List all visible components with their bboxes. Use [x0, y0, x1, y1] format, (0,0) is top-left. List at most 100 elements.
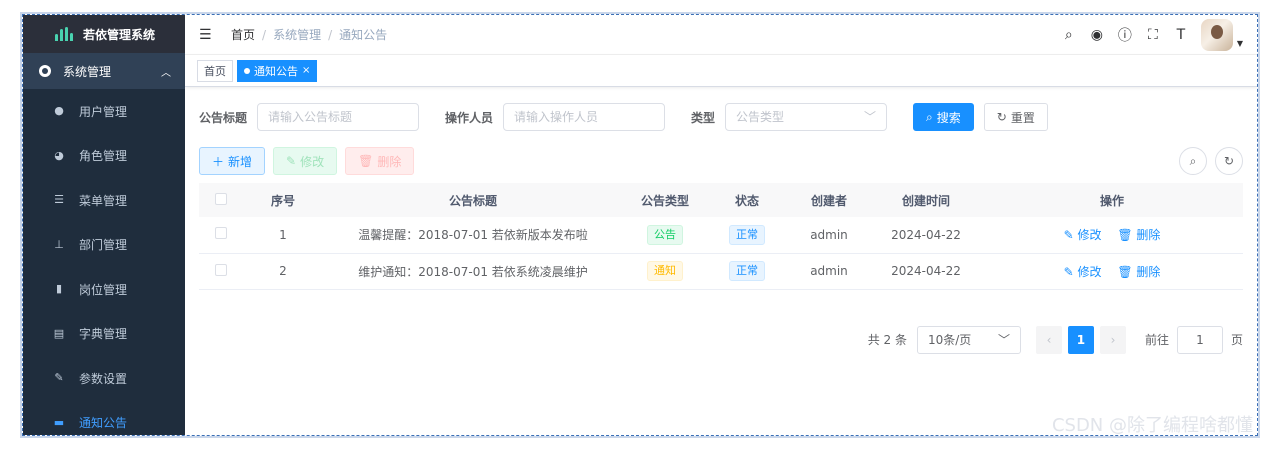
prev-page-button[interactable]: ‹ — [1035, 325, 1062, 354]
delete-button-label: 删除 — [377, 154, 402, 169]
edit-button[interactable]: ✎ 修改 — [273, 147, 338, 175]
cell-actions: ✎ 修改 🗑 删除 — [981, 217, 1243, 254]
sidebar-item-notice[interactable]: ▬ 通知公告 — [23, 401, 185, 436]
close-icon[interactable]: × — [302, 65, 310, 76]
refresh-icon[interactable]: ↻ — [1215, 147, 1243, 175]
peoples-icon: ◕ — [54, 148, 64, 162]
title-input[interactable]: 请输入公告标题 — [257, 103, 420, 131]
sidebar-group-system[interactable]: 系统管理 ︿ — [23, 53, 185, 89]
search-icon: ⌕ — [926, 109, 933, 124]
sidebar-item-label: 字典管理 — [79, 327, 128, 342]
search-button[interactable]: ⌕ 搜索 — [913, 103, 974, 131]
type-select[interactable]: 公告类型 ﹀ — [725, 103, 888, 131]
page-content: 公告标题 请输入公告标题 操作人员 请输入操作人员 类型 公告类型 ﹀ ⌕ 搜索… — [185, 87, 1257, 366]
sidebar-item-menu[interactable]: ☰ 菜单管理 — [23, 178, 185, 223]
row-checkbox[interactable] — [199, 253, 243, 290]
type-badge: 通知 — [647, 261, 683, 281]
github-icon[interactable]: ◉ — [1083, 27, 1111, 43]
cell-time: 2024-04-22 — [871, 253, 981, 290]
row-edit-label: 修改 — [1077, 228, 1102, 243]
tag-notice[interactable]: 通知公告 × — [237, 59, 318, 82]
operator-input[interactable]: 请输入操作人员 — [503, 103, 666, 131]
table-row: 1 温馨提醒：2018-07-01 若依新版本发布啦 公告 正常 admin 2… — [199, 217, 1243, 254]
navbar: ☰ 首页 / 系统管理 / 通知公告 ⌕ ◉ ⓘ ⛶ T ▼ — [185, 15, 1257, 55]
row-edit-link[interactable]: ✎ 修改 — [1064, 228, 1102, 242]
breadcrumb-current: 通知公告 — [339, 28, 388, 42]
page-unit-label: 页 — [1230, 333, 1243, 347]
plus-icon: ＋ — [212, 154, 225, 169]
hamburger-icon[interactable]: ☰ — [199, 27, 213, 43]
row-delete-link[interactable]: 🗑 删除 — [1117, 228, 1160, 242]
dict-icon: ▤ — [53, 326, 65, 340]
page-size-select[interactable]: 10条/页 ﹀ — [916, 325, 1021, 354]
row-edit-link[interactable]: ✎ 修改 — [1064, 265, 1102, 279]
breadcrumb-system: 系统管理 — [273, 28, 322, 42]
refresh-icon: ↻ — [996, 110, 1007, 124]
add-button[interactable]: ＋ 新增 — [199, 147, 266, 175]
table-header-row: 序号 公告标题 公告类型 状态 创建者 创建时间 操作 — [199, 183, 1243, 217]
delete-button[interactable]: 🗑 删除 — [345, 147, 415, 175]
page-number[interactable]: 1 — [1067, 325, 1094, 354]
sidebar-item-label: 参数设置 — [79, 371, 128, 386]
tag-home-label: 首页 — [204, 64, 226, 78]
app-frame: 若依管理系统 系统管理 ︿ ● 用户管理 ◕ 角色管理 ☰ 菜单管理 ⊥ 部门管… — [22, 14, 1258, 436]
title-label: 公告标题 — [199, 110, 248, 125]
row-checkbox[interactable] — [199, 217, 243, 254]
avatar[interactable] — [1200, 18, 1233, 51]
select-all-checkbox[interactable] — [199, 183, 243, 217]
row-delete-label: 删除 — [1136, 264, 1161, 279]
next-page-button[interactable]: › — [1099, 325, 1126, 354]
sidebar-item-user[interactable]: ● 用户管理 — [23, 89, 185, 134]
tree-icon: ⊥ — [54, 237, 64, 251]
goto-label: 前往 — [1144, 333, 1169, 347]
goto-page-input[interactable]: 1 — [1176, 325, 1223, 354]
question-icon[interactable]: ⓘ — [1111, 25, 1139, 45]
row-delete-link[interactable]: 🗑 删除 — [1117, 265, 1160, 279]
sidebar-item-dept[interactable]: ⊥ 部门管理 — [23, 223, 185, 268]
right-toolbar: ⌕ ↻ — [1171, 147, 1243, 175]
reset-button-label: 重置 — [1010, 110, 1035, 125]
sidebar-item-label: 用户管理 — [79, 104, 128, 119]
tag-home[interactable]: 首页 — [197, 59, 233, 82]
breadcrumb-separator: / — [328, 27, 333, 42]
sidebar-item-config[interactable]: ✎ 参数设置 — [23, 356, 185, 401]
cell-status: 正常 — [707, 217, 787, 254]
sidebar-submenu: ● 用户管理 ◕ 角色管理 ☰ 菜单管理 ⊥ 部门管理 ▮ 岗位管理 ▤ 字典管… — [23, 89, 185, 436]
column-header: 操作 — [1099, 193, 1124, 208]
sidebar-item-role[interactable]: ◕ 角色管理 — [23, 134, 185, 179]
edit-button-label: 修改 — [300, 154, 325, 169]
pagination: 共 2 条 10条/页 ﹀ ‹ 1 › 前往 1 页 — [199, 325, 1243, 354]
cell-time: 2024-04-22 — [871, 217, 981, 254]
toggle-search-icon[interactable]: ⌕ — [1179, 147, 1207, 175]
cell-type: 通知 — [623, 253, 707, 290]
trash-icon: 🗑 — [1117, 228, 1137, 243]
trash-icon: 🗑 — [1117, 264, 1137, 279]
table-row: 2 维护通知：2018-07-01 若依系统凌晨维护 通知 正常 admin 2… — [199, 253, 1243, 290]
sidebar-item-label: 角色管理 — [79, 149, 128, 164]
sidebar-logo[interactable]: 若依管理系统 — [23, 15, 185, 53]
trash-icon: 🗑 — [358, 154, 374, 168]
search-icon[interactable]: ⌕ — [1055, 27, 1083, 43]
message-icon: ▬ — [53, 415, 65, 429]
column-header: 公告类型 — [640, 193, 689, 208]
notice-table: 序号 公告标题 公告类型 状态 创建者 创建时间 操作 1 温馨提醒：2018-… — [199, 183, 1243, 290]
caret-down-icon[interactable]: ▼ — [1237, 39, 1243, 48]
row-edit-label: 修改 — [1077, 264, 1102, 279]
sidebar-item-label: 岗位管理 — [79, 282, 128, 297]
sidebar-item-post[interactable]: ▮ 岗位管理 — [23, 267, 185, 312]
cell-title: 维护通知：2018-07-01 若依系统凌晨维护 — [323, 253, 623, 290]
edit-icon: ✎ — [54, 371, 64, 385]
sidebar-item-label: 部门管理 — [79, 238, 128, 253]
reset-button[interactable]: ↻ 重置 — [983, 103, 1048, 131]
sidebar-item-dict[interactable]: ▤ 字典管理 — [23, 312, 185, 357]
fullscreen-icon[interactable]: ⛶ — [1139, 27, 1167, 43]
page-size-value: 10条/页 — [927, 333, 972, 347]
tag-notice-label: 通知公告 — [254, 64, 298, 78]
main-area: ☰ 首页 / 系统管理 / 通知公告 ⌕ ◉ ⓘ ⛶ T ▼ 首页 通知公告 ×… — [185, 15, 1257, 435]
breadcrumb-home[interactable]: 首页 — [231, 26, 255, 43]
tags-view: 首页 通知公告 × — [185, 55, 1257, 87]
sidebar: 若依管理系统 系统管理 ︿ ● 用户管理 ◕ 角色管理 ☰ 菜单管理 ⊥ 部门管… — [23, 15, 185, 436]
cell-creator: admin — [787, 253, 871, 290]
sidebar-item-label: 菜单管理 — [79, 193, 128, 208]
font-size-icon[interactable]: T — [1167, 27, 1195, 43]
